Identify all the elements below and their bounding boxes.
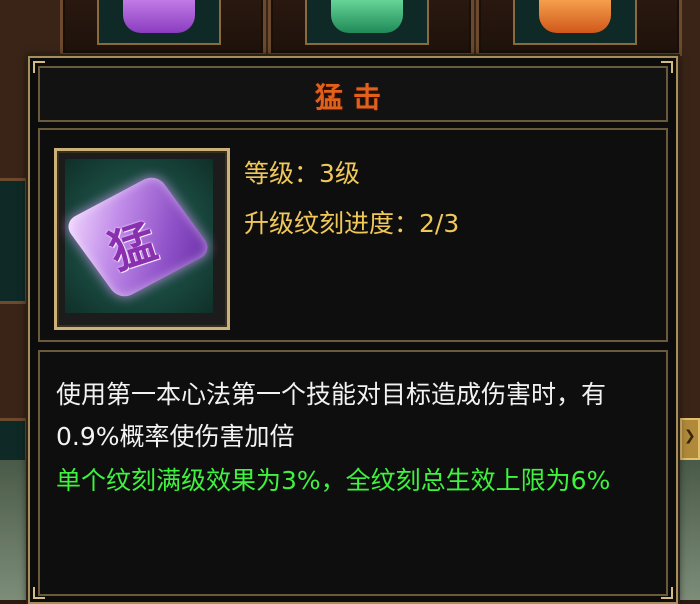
skill-description: 使用第一本心法第一个技能对目标造成伤害时，有0.9%概率使伤害加倍 bbox=[56, 380, 607, 451]
gem-slot-green-icon bbox=[331, 0, 403, 33]
level-text: 等级：3级 bbox=[244, 159, 360, 188]
inventory-top-row bbox=[0, 0, 700, 58]
tooltip-header: 猛击 bbox=[38, 66, 668, 122]
upgrade-progress-text: 升级纹刻进度：2/3 bbox=[244, 209, 460, 238]
skill-description-panel: 使用第一本心法第一个技能对目标造成伤害时，有0.9%概率使伤害加倍 单个纹刻满级… bbox=[38, 350, 668, 596]
gem-slot[interactable] bbox=[0, 178, 28, 304]
gem-slot[interactable] bbox=[60, 0, 266, 56]
gem-slot-purple-icon bbox=[123, 0, 195, 33]
chevron-icon: ❯ bbox=[684, 428, 696, 444]
gem-slot-orange-icon bbox=[539, 0, 611, 33]
skill-title: 猛击 bbox=[314, 81, 391, 114]
item-tooltip: 猛击 猛 等级：3级 升级纹刻进度：2/3 使用第一本心法第一个技能对目标造成伤… bbox=[28, 56, 678, 604]
engraving-effect-note: 单个纹刻满级效果为3%，全纹刻总生效上限为6% bbox=[56, 466, 611, 495]
gem-slot[interactable] bbox=[268, 0, 474, 56]
expand-button[interactable]: ❯ bbox=[680, 418, 700, 460]
skill-info-panel: 猛 等级：3级 升级纹刻进度：2/3 bbox=[38, 128, 668, 342]
skill-icon-frame: 猛 bbox=[54, 148, 230, 330]
gem-slot[interactable] bbox=[476, 0, 682, 56]
